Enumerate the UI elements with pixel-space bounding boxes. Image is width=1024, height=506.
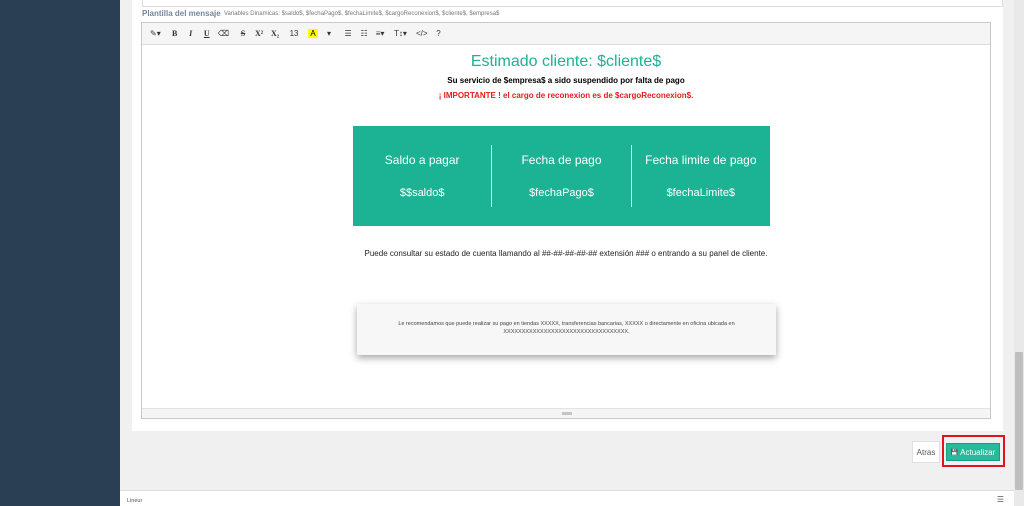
column-heading: Saldo a pagar: [384, 153, 460, 167]
subscript-button[interactable]: X₂: [267, 27, 283, 41]
text-color-icon[interactable]: A: [308, 29, 318, 38]
strikethrough-button[interactable]: S: [235, 27, 251, 41]
email-title: Estimado cliente: $cliente$: [470, 53, 662, 70]
summary-column: Fecha de pago $fechaPago$: [492, 145, 632, 207]
template-label: Plantilla del mensaje: [142, 9, 221, 18]
italic-button[interactable]: I: [183, 27, 199, 41]
code-view-icon[interactable]: </>: [413, 27, 431, 41]
column-heading: Fecha limite de pago: [645, 153, 757, 167]
footer-text: Lineur: [127, 498, 143, 504]
important-line: ¡ IMPORTANTE ! el cargo de reconexion es…: [438, 91, 694, 100]
style-magic-icon[interactable]: ✎▾: [147, 27, 164, 41]
line-height-icon[interactable]: T↕▾: [391, 27, 410, 41]
main-content: Plantilla del mensaje Variables Dinamica…: [120, 0, 1014, 506]
resize-grip-icon[interactable]: [562, 412, 572, 415]
rich-text-editor[interactable]: ✎▾ B I U ⌫ S X² X₂ 13 A ▾ ☰ ☷ ≡▾ T↕▾ </>…: [141, 22, 991, 419]
superscript-button[interactable]: X²: [251, 27, 267, 41]
bold-button[interactable]: B: [167, 27, 183, 41]
underline-button[interactable]: U: [199, 27, 215, 41]
column-heading: Fecha de pago: [521, 153, 602, 167]
font-size-button[interactable]: 13: [286, 27, 302, 41]
editor-resize-bar[interactable]: [142, 408, 990, 418]
column-value: $fechaPago$: [529, 187, 594, 199]
column-value: $$saldo$: [399, 187, 445, 199]
menu-icon[interactable]: ☰: [997, 495, 1004, 504]
scrollbar-thumb[interactable]: [1015, 352, 1023, 490]
back-button[interactable]: Atras: [912, 441, 940, 463]
unordered-list-icon[interactable]: ☰: [340, 27, 356, 41]
variables-hint: Variables Dinamicas: $saldo$, $fechaPago…: [224, 11, 500, 17]
payment-note: Le recomendamos que puede realizar su pa…: [357, 304, 776, 355]
column-value: $fechaLimite$: [666, 187, 736, 199]
previous-input-field[interactable]: [142, 0, 1003, 7]
form-panel: Plantilla del mensaje Variables Dinamica…: [132, 0, 1003, 431]
editor-toolbar: ✎▾ B I U ⌫ S X² X₂ 13 A ▾ ☰ ☷ ≡▾ T↕▾ </>…: [142, 23, 990, 45]
suspension-line: Su servicio de $empresa$ a sido suspendi…: [447, 76, 685, 85]
editor-content-area[interactable]: Estimado cliente: $cliente$ Su servicio …: [142, 45, 990, 408]
chevron-down-icon[interactable]: ▾: [321, 27, 337, 41]
summary-column: Fecha limite de pago $fechaLimite$: [632, 145, 770, 207]
paragraph-align-icon[interactable]: ≡▾: [372, 27, 388, 41]
page-scrollbar[interactable]: [1014, 0, 1024, 506]
ordered-list-icon[interactable]: ☷: [356, 27, 372, 41]
contact-paragraph: Puede consultar su estado de cuenta llam…: [364, 249, 768, 258]
payment-summary-box: Saldo a pagar $$saldo$ Fecha de pago $fe…: [353, 126, 770, 226]
sidebar: [0, 0, 120, 506]
summary-column: Saldo a pagar $$saldo$: [353, 145, 493, 207]
page-footer: Lineur ☰: [120, 490, 1014, 506]
highlight-frame: [942, 435, 1005, 467]
help-icon[interactable]: ?: [431, 27, 447, 41]
eraser-icon[interactable]: ⌫: [215, 27, 232, 41]
